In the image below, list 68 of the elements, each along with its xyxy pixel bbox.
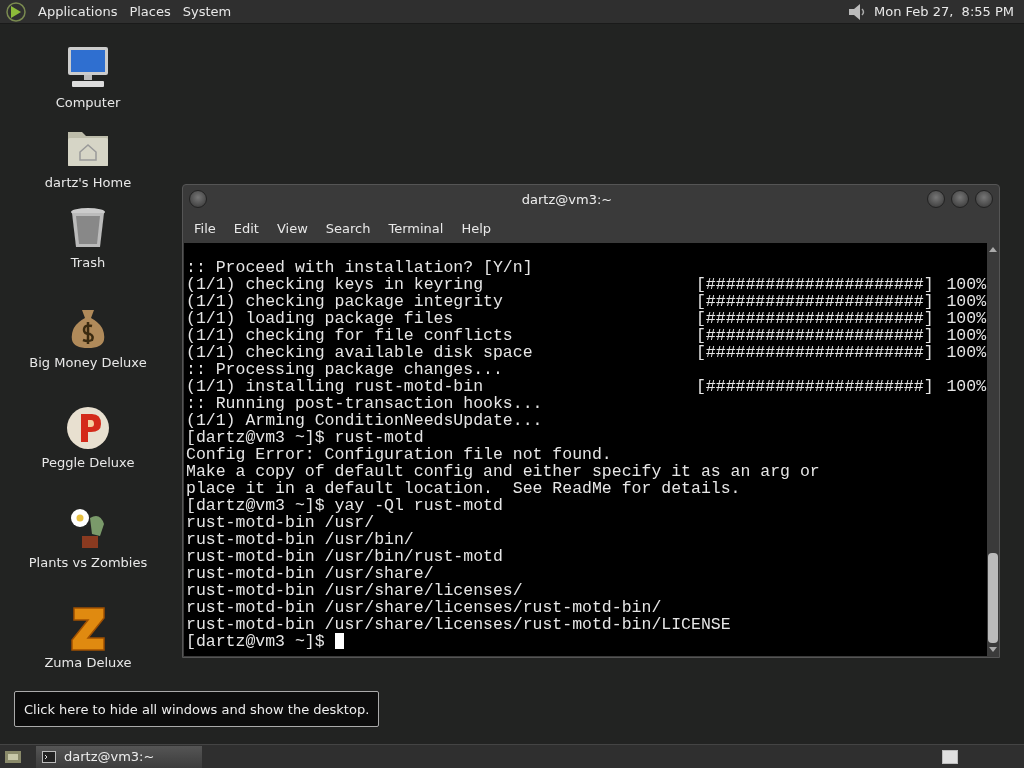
terminal-line: rust-motd-bin /usr/ bbox=[186, 514, 375, 531]
tooltip: Click here to hide all windows and show the desktop. bbox=[14, 691, 380, 727]
clock[interactable]: Mon Feb 27, 8:55 PM bbox=[874, 4, 1014, 19]
panel-menu-item[interactable]: Applications bbox=[32, 4, 124, 19]
terminal-line: [dartz@vm3 ~]$ bbox=[186, 633, 325, 650]
terminal-line: Config Error: Configuration file not found. bbox=[186, 446, 612, 463]
close-button[interactable] bbox=[975, 190, 993, 208]
terminal-line: [dartz@vm3 ~]$ yay -Ql rust-motd bbox=[186, 497, 503, 514]
percent-text: 100% bbox=[946, 344, 987, 361]
terminal-line: rust-motd-bin /usr/bin/ bbox=[186, 531, 414, 548]
terminal-line: :: Running post-transaction hooks... bbox=[186, 395, 543, 412]
scroll-thumb[interactable] bbox=[988, 553, 998, 643]
window-menu-button[interactable] bbox=[189, 190, 207, 208]
menu-item[interactable]: File bbox=[187, 220, 224, 236]
percent-text: 100% bbox=[946, 327, 987, 344]
terminal-line: :: Proceed with installation? [Y/n] bbox=[186, 259, 533, 276]
scrollbar[interactable] bbox=[987, 243, 999, 656]
panel-menu-item[interactable]: Places bbox=[123, 4, 177, 19]
percent-text: 100% bbox=[946, 276, 987, 293]
icon-label[interactable]: Zuma Deluxe bbox=[44, 655, 132, 670]
progress-text: [######################] bbox=[695, 276, 934, 293]
terminal-line: rust-motd-bin /usr/share/licenses/rust-motd-bin/ bbox=[186, 599, 662, 616]
peggle-icon bbox=[64, 404, 112, 452]
panel-menu-item[interactable]: System bbox=[176, 4, 238, 19]
window-title: dartz@vm3:~ bbox=[520, 191, 614, 207]
progress-text: [######################] bbox=[695, 293, 934, 310]
progress-text: [######################] bbox=[695, 344, 934, 361]
menu-item[interactable]: View bbox=[269, 220, 316, 236]
progress-text: [######################] bbox=[695, 327, 934, 344]
logo-icon bbox=[6, 1, 26, 22]
terminal-line: place it in a default location. See ReadMe for details. bbox=[186, 480, 741, 497]
terminal-line: (1/1) Arming ConditionNeedsUpdate... bbox=[186, 412, 543, 429]
terminal-line: :: Processing package changes... bbox=[186, 361, 503, 378]
show-desktop-icon bbox=[4, 748, 22, 765]
percent-text: 100% bbox=[946, 293, 987, 310]
terminal-line: rust-motd-bin /usr/bin/rust-motd bbox=[186, 548, 503, 565]
progress-text: [######################] bbox=[695, 378, 934, 395]
menu-item[interactable]: Help bbox=[454, 220, 500, 236]
icon-label[interactable]: Big Money Deluxe bbox=[29, 355, 147, 370]
minimize-button[interactable] bbox=[927, 190, 945, 208]
terminal-line: rust-motd-bin /usr/share/ bbox=[186, 565, 434, 582]
scroll-down-arrow[interactable] bbox=[989, 647, 997, 652]
menu-item[interactable]: Edit bbox=[226, 220, 267, 236]
terminal-line: (1/1) installing rust-motd-bin bbox=[186, 378, 485, 395]
terminal-line: (1/1) checking package integrity bbox=[186, 293, 504, 310]
menu-item[interactable]: Search bbox=[318, 220, 379, 236]
icon-label[interactable]: Computer bbox=[55, 95, 121, 110]
terminal-icon bbox=[42, 750, 56, 763]
workspace-switcher[interactable] bbox=[942, 749, 958, 764]
terminal-line: (1/1) checking available disk space bbox=[186, 344, 534, 361]
terminal-line: (1/1) loading package files bbox=[186, 310, 455, 327]
terminal-line: (1/1) checking keys in keyring bbox=[186, 276, 485, 293]
icon-label[interactable]: Trash bbox=[70, 255, 106, 270]
terminal-line: rust-motd-bin /usr/share/licenses/rust-motd-bin/LICENSE bbox=[186, 616, 731, 633]
taskbar-button[interactable]: dartz@vm3:~ bbox=[36, 745, 202, 768]
scroll-up-arrow[interactable] bbox=[989, 247, 997, 252]
percent-text: 100% bbox=[946, 378, 987, 395]
icon-label[interactable]: Plants vs Zombies bbox=[28, 555, 148, 570]
progress-text: [######################] bbox=[695, 310, 934, 327]
icon-label[interactable]: dartz's Home bbox=[44, 175, 132, 190]
menu-item[interactable]: Terminal bbox=[381, 220, 452, 236]
terminal-line: rust-motd-bin /usr/share/licenses/ bbox=[186, 582, 523, 599]
maximize-button[interactable] bbox=[951, 190, 969, 208]
terminal-line: [dartz@vm3 ~]$ rust-motd bbox=[186, 429, 424, 446]
terminal-line: Make a copy of default config and either specify it as an arg or bbox=[186, 463, 820, 480]
icon-label[interactable]: Peggle Deluxe bbox=[41, 455, 135, 470]
percent-text: 100% bbox=[946, 310, 987, 327]
terminal-line: (1/1) checking for file conflicts bbox=[186, 327, 514, 344]
